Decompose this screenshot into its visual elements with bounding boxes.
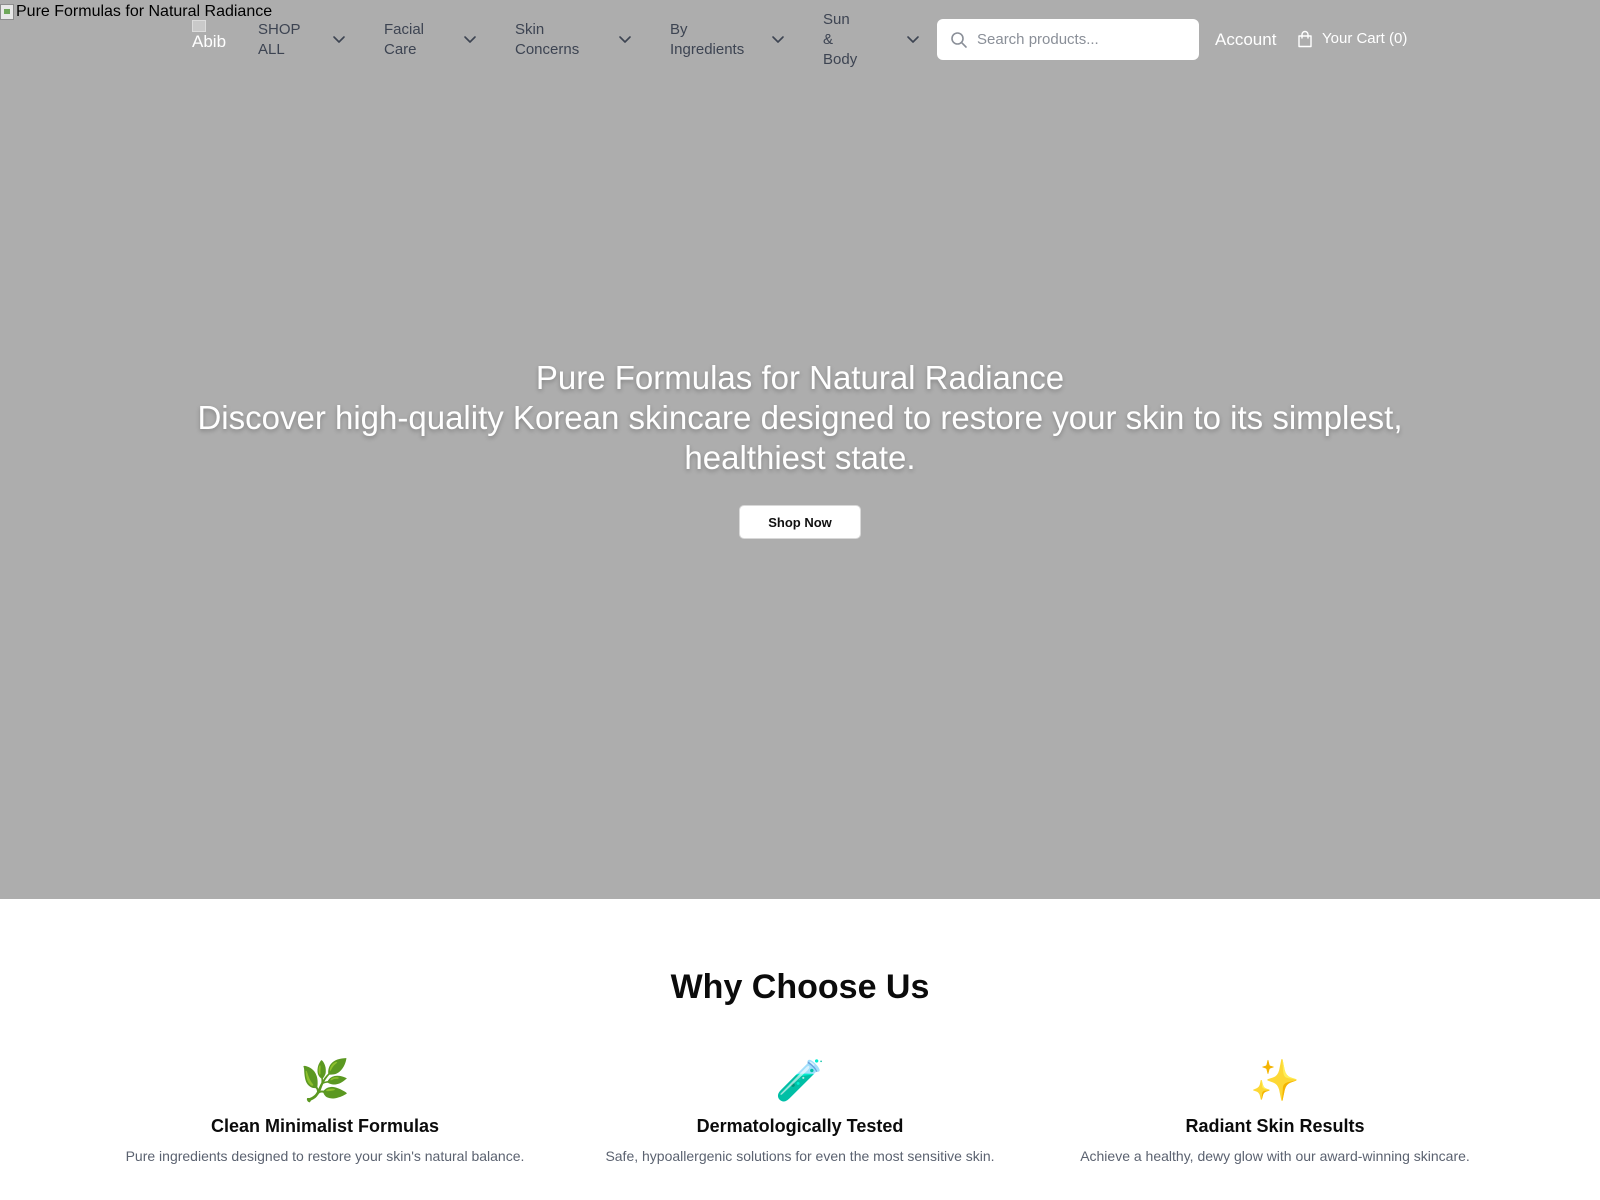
herb-icon: 🌿 — [300, 1058, 350, 1104]
feature-description: Safe, hypoallergenic solutions for even … — [605, 1148, 995, 1164]
cart-label: Your Cart (0) — [1322, 30, 1408, 47]
feature-card: 🌿 Clean Minimalist Formulas Pure ingredi… — [100, 1059, 550, 1165]
broken-image-icon — [192, 20, 206, 32]
feature-description: Achieve a healthy, dewy glow with our aw… — [1080, 1148, 1470, 1164]
chevron-down-icon[interactable] — [332, 32, 346, 46]
nav-label: SHOP ALL — [258, 21, 301, 58]
test-tube-icon: 🧪 — [775, 1058, 825, 1104]
nav-skin-concerns[interactable]: Skin Concerns — [515, 20, 579, 60]
chevron-down-icon[interactable] — [618, 32, 632, 46]
nav-label: Facial Care — [384, 21, 425, 58]
nav-label: By Ingredients — [670, 21, 745, 58]
hero-title: Pure Formulas for Natural Radiance — [535, 359, 1065, 396]
feature-title: Dermatologically Tested — [696, 1116, 904, 1136]
search-input[interactable] — [977, 19, 1187, 60]
hero-content: Pure Formulas for Natural Radiance Disco… — [0, 358, 1600, 478]
section-title: Why Choose Us — [670, 968, 930, 1006]
feature-title: Clean Minimalist Formulas — [210, 1116, 440, 1136]
nav-label: Skin Concerns — [515, 21, 580, 58]
nav-shop-all[interactable]: SHOP ALL — [258, 20, 301, 60]
sparkles-icon: ✨ — [1250, 1058, 1300, 1104]
nav-facial-care[interactable]: Facial Care — [384, 20, 424, 60]
nav-sun-body[interactable]: Sun & Body — [823, 11, 857, 68]
feature-description: Pure ingredients designed to restore you… — [125, 1148, 525, 1164]
hero-subtitle: Discover high-quality Korean skincare de… — [197, 399, 1403, 476]
chevron-down-icon[interactable] — [906, 32, 920, 46]
logo-alt: Abib — [192, 32, 227, 51]
page: Pure Formulas for Natural Radiance Abib … — [0, 0, 1600, 1200]
why-choose-us-section: Why Choose Us 🌿 Clean Minimalist Formula… — [0, 899, 1600, 1200]
site-header: Abib SHOP ALL Facial Care Skin Concerns — [0, 0, 1600, 80]
shopping-bag-icon — [1297, 30, 1313, 48]
feature-title: Radiant Skin Results — [1185, 1116, 1365, 1136]
search-box — [937, 19, 1199, 60]
logo[interactable]: Abib — [192, 20, 226, 52]
chevron-down-icon[interactable] — [771, 32, 785, 46]
hero-section: Pure Formulas for Natural Radiance Abib … — [0, 0, 1600, 899]
nav-by-ingredients[interactable]: By Ingredients — [670, 20, 744, 60]
feature-card: ✨ Radiant Skin Results Achieve a healthy… — [1050, 1059, 1500, 1165]
shop-now-button[interactable]: Shop Now — [739, 505, 861, 539]
account-link[interactable]: Account — [1215, 29, 1276, 51]
cart-link[interactable]: Your Cart (0) — [1297, 29, 1407, 49]
feature-card: 🧪 Dermatologically Tested Safe, hypoalle… — [575, 1059, 1025, 1165]
search-icon — [950, 31, 968, 49]
chevron-down-icon[interactable] — [463, 32, 477, 46]
nav-label: Sun & Body — [823, 11, 858, 68]
